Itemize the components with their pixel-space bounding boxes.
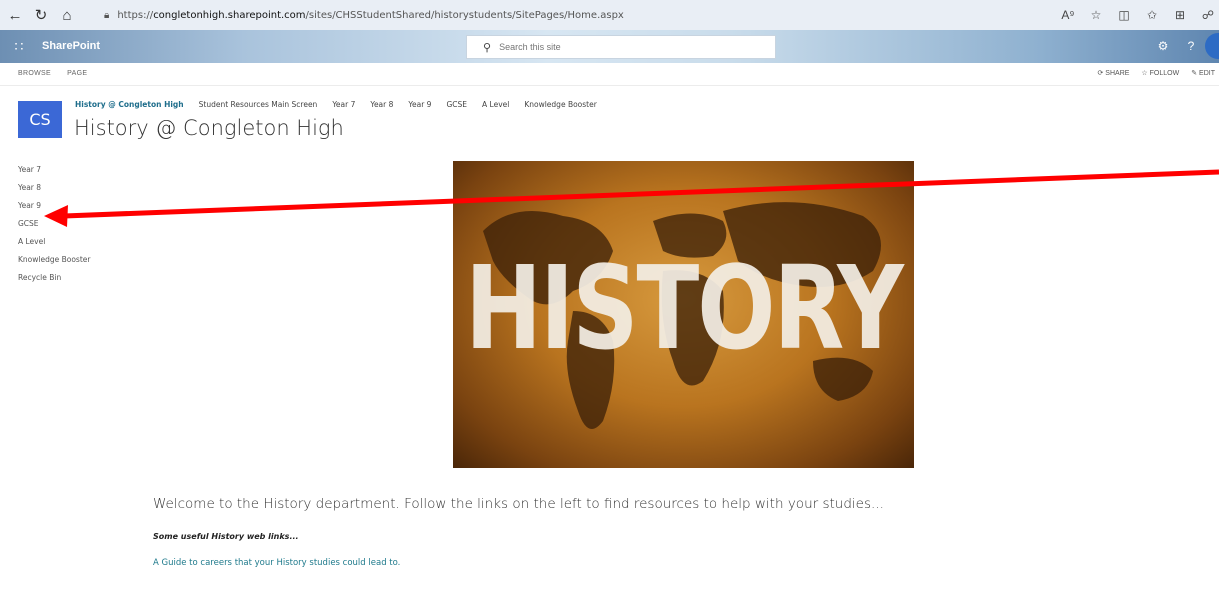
topnav-home[interactable]: History @ Congleton High bbox=[75, 100, 184, 109]
suite-icons: ⚙ ? bbox=[1149, 33, 1219, 59]
topnav-knowledge-booster[interactable]: Knowledge Booster bbox=[524, 100, 596, 109]
back-arrow-icon[interactable]: ← bbox=[4, 4, 26, 26]
pencil-icon: ✎ bbox=[1191, 70, 1198, 77]
ribbon: BROWSE PAGE ⟳ SHARE ☆ FOLLOW ✎ EDIT bbox=[0, 63, 1219, 86]
search-icon[interactable]: ⚲ bbox=[483, 41, 491, 54]
help-icon[interactable]: ? bbox=[1177, 33, 1205, 59]
search-input[interactable] bbox=[497, 41, 762, 53]
follow-label: FOLLOW bbox=[1149, 70, 1180, 77]
site-logo[interactable]: CS bbox=[18, 101, 62, 138]
leftnav-knowledge-booster[interactable]: Knowledge Booster bbox=[18, 251, 90, 269]
tab-browse[interactable]: BROWSE bbox=[18, 70, 51, 77]
lock-icon[interactable]: 🔒︎ bbox=[104, 10, 109, 21]
tab-page[interactable]: PAGE bbox=[67, 70, 87, 77]
top-navigation: History @ Congleton High Student Resourc… bbox=[75, 100, 597, 109]
leftnav-gcse[interactable]: GCSE bbox=[18, 215, 90, 233]
refresh-icon[interactable]: ↻ bbox=[30, 4, 52, 26]
career-guide-link[interactable]: A Guide to careers that your History stu… bbox=[153, 558, 400, 568]
topnav-year-7[interactable]: Year 7 bbox=[332, 100, 355, 109]
url-host: congletonhigh.sharepoint.com bbox=[153, 9, 306, 21]
leftnav-year-9[interactable]: Year 9 bbox=[18, 197, 90, 215]
leftnav-year-8[interactable]: Year 8 bbox=[18, 179, 90, 197]
ribbon-tabs: BROWSE PAGE bbox=[18, 70, 101, 77]
favorite-icon[interactable]: ☆ bbox=[1085, 5, 1107, 25]
topnav-gcse[interactable]: GCSE bbox=[446, 100, 467, 109]
page-title: History @ Congleton High bbox=[74, 116, 344, 140]
hero-word: HISTORY bbox=[465, 241, 904, 376]
suite-bar: ∷ SharePoint ⚲ ⚙ ? bbox=[0, 30, 1219, 63]
leftnav-a-level[interactable]: A Level bbox=[18, 233, 90, 251]
read-aloud-icon[interactable]: A⁹ bbox=[1057, 5, 1079, 25]
url-prefix: https:// bbox=[117, 9, 154, 21]
page-content: CS History @ Congleton High Student Reso… bbox=[0, 86, 1219, 597]
star-icon: ☆ bbox=[1141, 70, 1148, 77]
share-button[interactable]: ⟳ SHARE bbox=[1097, 69, 1129, 77]
topnav-student-resources[interactable]: Student Resources Main Screen bbox=[199, 100, 318, 109]
topnav-year-8[interactable]: Year 8 bbox=[370, 100, 393, 109]
home-icon[interactable]: ⌂ bbox=[56, 4, 78, 26]
app-launcher-icon[interactable]: ∷ bbox=[6, 33, 32, 59]
topnav-year-9[interactable]: Year 9 bbox=[408, 100, 431, 109]
url-path: /sites/CHSStudentShared/historystudents/… bbox=[305, 9, 624, 21]
edit-label: EDIT bbox=[1199, 70, 1215, 77]
leftnav-recycle-bin[interactable]: Recycle Bin bbox=[18, 269, 90, 287]
edit-button[interactable]: ✎ EDIT bbox=[1191, 69, 1215, 77]
ribbon-actions: ⟳ SHARE ☆ FOLLOW ✎ EDIT bbox=[1097, 69, 1215, 77]
browser-toolbar: ← ↻ ⌂ 🔒︎ https://congletonhigh.sharepoin… bbox=[0, 0, 1219, 30]
extensions-icon[interactable]: ☍ bbox=[1197, 5, 1219, 25]
links-heading: Some useful History web links... bbox=[153, 532, 299, 541]
collections-icon[interactable]: ⊞ bbox=[1169, 5, 1191, 25]
follow-button[interactable]: ☆ FOLLOW bbox=[1141, 69, 1179, 77]
left-navigation: Year 7 Year 8 Year 9 GCSE A Level Knowle… bbox=[18, 161, 90, 287]
avatar[interactable] bbox=[1205, 33, 1219, 59]
split-screen-icon[interactable]: ◫ bbox=[1113, 5, 1135, 25]
welcome-text: Welcome to the History department. Follo… bbox=[153, 496, 884, 512]
share-icon: ⟳ bbox=[1097, 70, 1104, 77]
sharepoint-brand[interactable]: SharePoint bbox=[42, 40, 100, 52]
favorites-bar-icon[interactable]: ✩ bbox=[1141, 5, 1163, 25]
share-label: SHARE bbox=[1105, 70, 1130, 77]
leftnav-year-7[interactable]: Year 7 bbox=[18, 161, 90, 179]
browser-icons: A⁹ ☆ ◫ ✩ ⊞ ☍ bbox=[1057, 5, 1219, 25]
address-bar[interactable]: 🔒︎ https://congletonhigh.sharepoint.com /… bbox=[104, 4, 1024, 26]
topnav-a-level[interactable]: A Level bbox=[482, 100, 509, 109]
settings-gear-icon[interactable]: ⚙ bbox=[1149, 33, 1177, 59]
site-search[interactable]: ⚲ bbox=[466, 35, 776, 59]
history-hero-image: HISTORY bbox=[453, 161, 914, 468]
